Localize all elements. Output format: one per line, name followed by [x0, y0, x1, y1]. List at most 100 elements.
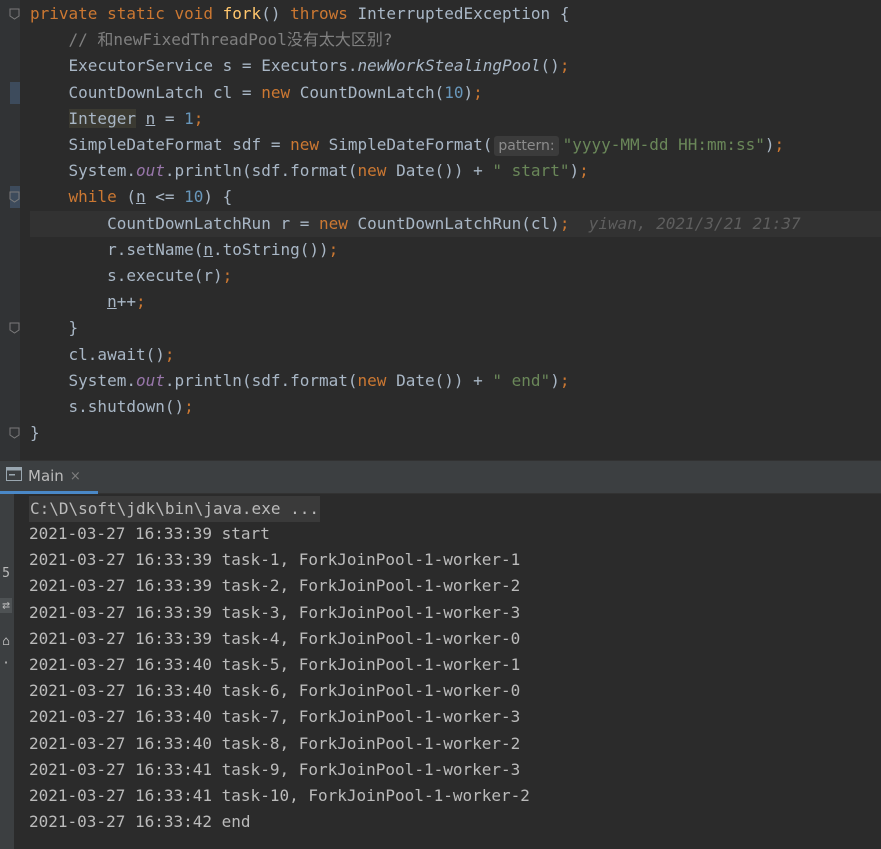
parameter-hint: pattern:: [494, 136, 559, 156]
code-token: new: [261, 82, 300, 102]
code-token: out: [135, 161, 165, 181]
code-line[interactable]: }: [30, 315, 881, 341]
code-token: new: [357, 161, 397, 181]
code-token: CountDownLatch(: [299, 82, 445, 102]
code-token: 10: [444, 82, 464, 102]
code-token: ): [764, 135, 775, 154]
code-token: Date()) +: [396, 161, 493, 181]
code-line[interactable]: }: [30, 420, 881, 446]
tab-main[interactable]: Main ×: [0, 461, 98, 494]
code-line[interactable]: // 和newFixedThreadPool没有太大区别?: [30, 27, 881, 53]
code-line[interactable]: cl.await();: [30, 342, 881, 368]
code-token: n: [145, 108, 156, 128]
code-token: ;: [193, 108, 204, 128]
console-line: 2021-03-27 16:33:39 task-1, ForkJoinPool…: [29, 550, 521, 570]
console-line: 2021-03-27 16:33:41 task-9, ForkJoinPool…: [29, 759, 521, 779]
code-token: newWorkStealingPool: [357, 56, 541, 76]
console-icon: [6, 467, 22, 485]
code-token: .println(sdf.format(: [164, 370, 358, 390]
code-token: cl.await(): [30, 344, 165, 364]
close-icon[interactable]: ×: [70, 469, 81, 484]
code-line[interactable]: CountDownLatchRun r = new CountDownLatch…: [30, 210, 881, 237]
code-token: Integer: [68, 108, 136, 128]
run-console[interactable]: 5 ⇄ ⌂ · C:\D\soft\jdk\bin\java.exe ... 20…: [0, 494, 881, 849]
rerun-icon[interactable]: 5: [0, 566, 12, 581]
console-line: 2021-03-27 16:33:40 task-7, ForkJoinPool…: [29, 707, 521, 727]
dot-icon[interactable]: ·: [0, 656, 12, 671]
console-line: 2021-03-27 16:33:39 task-4, ForkJoinPool…: [29, 628, 521, 648]
change-marker[interactable]: [10, 81, 20, 104]
code-line[interactable]: r.setName(n.toString());: [30, 237, 881, 263]
console-line: 2021-03-27 16:33:40 task-6, ForkJoinPool…: [29, 681, 521, 701]
code-line[interactable]: CountDownLatch cl = new CountDownLatch(1…: [30, 80, 881, 106]
code-token: ;: [222, 266, 233, 285]
fold-marker-icon[interactable]: [9, 8, 20, 20]
code-token: ) {: [203, 187, 233, 207]
code-token: ;: [184, 397, 194, 416]
code-line[interactable]: System.out.println(sdf.format(new Date()…: [30, 158, 881, 184]
code-token: 1: [184, 108, 194, 128]
code-token: ;: [473, 82, 483, 102]
code-line[interactable]: SimpleDateFormat sdf = new SimpleDateFor…: [30, 132, 881, 158]
code-line[interactable]: n++;: [30, 289, 881, 315]
fold-marker-icon[interactable]: [9, 191, 20, 203]
code-token: (): [540, 56, 560, 76]
code-token: ;: [559, 213, 570, 233]
code-token: ++: [116, 292, 136, 312]
home-icon[interactable]: ⌂: [0, 634, 12, 649]
code-token: }: [30, 318, 79, 338]
code-token: ;: [579, 161, 589, 181]
code-line[interactable]: s.execute(r);: [30, 263, 881, 289]
code-token: n: [135, 187, 146, 207]
code-line[interactable]: System.out.println(sdf.format(new Date()…: [30, 368, 881, 394]
code-token: .println(sdf.format(: [164, 161, 358, 181]
console-line: 2021-03-27 16:33:41 task-10, ForkJoinPoo…: [29, 786, 530, 805]
code-token: .toString()): [213, 239, 329, 259]
code-token: System.: [30, 161, 136, 181]
code-token: fork: [222, 4, 262, 23]
fold-marker-icon[interactable]: [9, 322, 20, 334]
code-token: s.execute(r): [30, 266, 223, 285]
console-line: 2021-03-27 16:33:42 end: [29, 812, 251, 832]
code-token: " end": [492, 370, 551, 390]
code-line[interactable]: s.shutdown();: [30, 394, 881, 420]
code-line[interactable]: while (n <= 10) {: [30, 184, 881, 210]
code-editor[interactable]: private static void fork() throws Interr…: [0, 0, 881, 460]
code-token: n: [203, 239, 214, 259]
code-token: ;: [328, 239, 339, 259]
code-token: "yyyy-MM-dd HH:mm:ss": [562, 135, 765, 154]
code-token: // 和newFixedThreadPool没有太大区别?: [30, 30, 393, 50]
code-token: CountDownLatchRun r =: [30, 213, 319, 233]
code-token: InterruptedException {: [357, 4, 570, 23]
console-command-line[interactable]: C:\D\soft\jdk\bin\java.exe ...: [29, 496, 320, 522]
code-line[interactable]: private static void fork() throws Interr…: [30, 1, 881, 27]
code-token: throws: [290, 4, 358, 23]
code-token: System.: [30, 370, 136, 390]
code-token: =: [155, 108, 185, 128]
code-token: CountDownLatchRun(cl): [357, 213, 560, 233]
code-token: new: [318, 213, 358, 233]
code-line[interactable]: Integer n = 1;: [30, 106, 881, 132]
code-token: s.shutdown(): [30, 397, 185, 416]
code-token: private static void: [30, 4, 223, 23]
fold-marker-icon[interactable]: [9, 427, 20, 439]
editor-gutter[interactable]: [0, 0, 20, 460]
code-token: SimpleDateFormat sdf =: [30, 135, 291, 154]
console-gutter: 5 ⇄ ⌂ ·: [0, 494, 14, 849]
code-token: <=: [145, 187, 185, 207]
code-token: ): [569, 161, 580, 181]
code-token: (): [261, 4, 291, 23]
code-token: ;: [774, 135, 785, 154]
swap-icon[interactable]: ⇄: [0, 598, 12, 613]
git-blame-annotation: yiwan, 2021/3/21 21:37: [569, 213, 801, 233]
code-token: ;: [559, 56, 570, 76]
code-line[interactable]: ExecutorService s = Executors.newWorkSte…: [30, 53, 881, 79]
tab-main-label: Main: [28, 467, 64, 485]
code-token: ;: [135, 292, 146, 312]
code-token: " start": [492, 161, 570, 181]
code-token: CountDownLatch cl =: [30, 82, 262, 102]
